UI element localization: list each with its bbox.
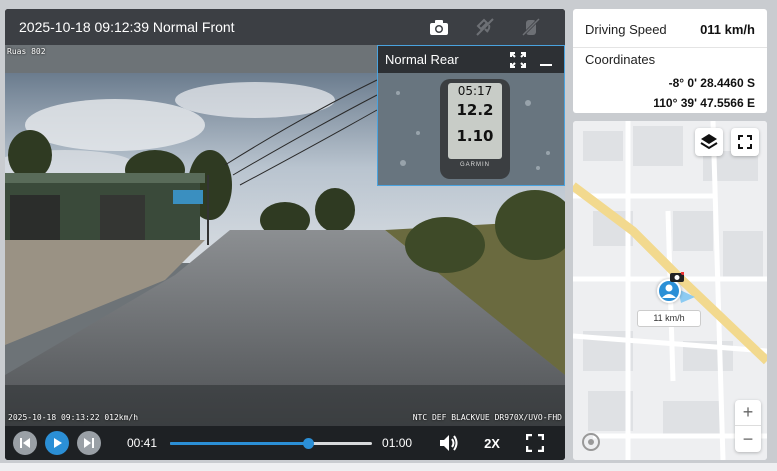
zoom-in-button[interactable]: + xyxy=(735,400,761,426)
person-icon xyxy=(662,284,676,298)
satellite-off-icon[interactable] xyxy=(473,15,497,39)
zoom-out-button[interactable]: − xyxy=(735,426,761,452)
rear-label: Normal Rear xyxy=(385,52,459,67)
driving-speed-value: 011 km/h xyxy=(700,22,755,37)
telemetry-panel: Driving Speed 011 km/h Coordinates -8° 0… xyxy=(573,9,767,113)
skip-back-icon xyxy=(20,438,30,448)
car-off-icon[interactable] xyxy=(519,15,543,39)
divider xyxy=(573,47,767,48)
layers-button[interactable] xyxy=(695,128,723,156)
progress-slider[interactable] xyxy=(170,437,373,449)
play-button[interactable] xyxy=(45,431,69,455)
minimize-icon[interactable] xyxy=(536,50,556,70)
zoom-control: + − xyxy=(735,400,761,452)
progress-knob[interactable] xyxy=(302,437,314,449)
next-button[interactable] xyxy=(77,431,101,455)
bottom-strip xyxy=(0,463,777,471)
video-overlay-location: Ruas 802 xyxy=(7,47,46,56)
rear-video-frame: 05:17 12.2 1.10 GARMIN xyxy=(378,73,564,185)
player-topbar: 2025-10-18 09:12:39 Normal Front xyxy=(5,9,565,45)
gps-speed: 12.2 xyxy=(456,101,494,119)
camera-marker-icon xyxy=(670,272,684,282)
camera-icon[interactable] xyxy=(427,15,451,39)
video-player: 2025-10-18 09:12:39 Normal Front Ruas 80… xyxy=(5,9,565,460)
fullscreen-icon xyxy=(738,135,752,149)
playback-speed-button[interactable]: 2X xyxy=(484,436,500,451)
duration-time: 01:00 xyxy=(382,436,413,450)
map-view[interactable]: 11 km/h + − xyxy=(573,121,767,460)
gps-device: 05:17 12.2 1.10 GARMIN xyxy=(440,79,510,179)
rear-header: Normal Rear xyxy=(378,46,564,73)
previous-button[interactable] xyxy=(13,431,37,455)
gps-screen: 05:17 12.2 1.10 xyxy=(448,83,502,159)
map-fullscreen-button[interactable] xyxy=(731,128,759,156)
skip-forward-icon xyxy=(84,438,94,448)
video-title: 2025-10-18 09:12:39 Normal Front xyxy=(19,19,235,35)
volume-icon[interactable] xyxy=(438,432,460,454)
marker-speed-label: 11 km/h xyxy=(637,310,701,327)
video-overlay-timestamp: 2025-10-18 09:13:22 012km/h xyxy=(8,413,139,422)
latitude-value: -8° 0' 28.4460 S xyxy=(668,76,755,90)
app-root: 2025-10-18 09:12:39 Normal Front Ruas 80… xyxy=(0,0,777,471)
vehicle-marker[interactable] xyxy=(657,279,681,303)
gps-time: 05:17 xyxy=(457,84,493,98)
rear-video-inset[interactable]: Normal Rear 05:17 12.2 1.10 GARMIN xyxy=(377,45,565,186)
player-controls: 00:41 01:00 2X xyxy=(5,426,565,460)
coordinates-label: Coordinates xyxy=(585,52,656,67)
map-logo-icon xyxy=(582,433,600,451)
progress-fill xyxy=(170,441,308,445)
play-icon xyxy=(54,438,62,448)
gps-brand: GARMIN xyxy=(460,162,490,168)
driving-speed-label: Driving Speed xyxy=(585,22,667,37)
expand-icon[interactable] xyxy=(508,50,528,70)
video-overlay-device: NTC DEF BLACKVUE DR970X/UVO-FHD xyxy=(412,413,562,422)
layers-icon xyxy=(700,134,718,150)
longitude-value: 110° 39' 47.5566 E xyxy=(653,96,755,110)
current-time: 00:41 xyxy=(127,436,158,450)
gps-distance: 1.10 xyxy=(456,127,494,145)
fullscreen-icon[interactable] xyxy=(524,432,546,454)
